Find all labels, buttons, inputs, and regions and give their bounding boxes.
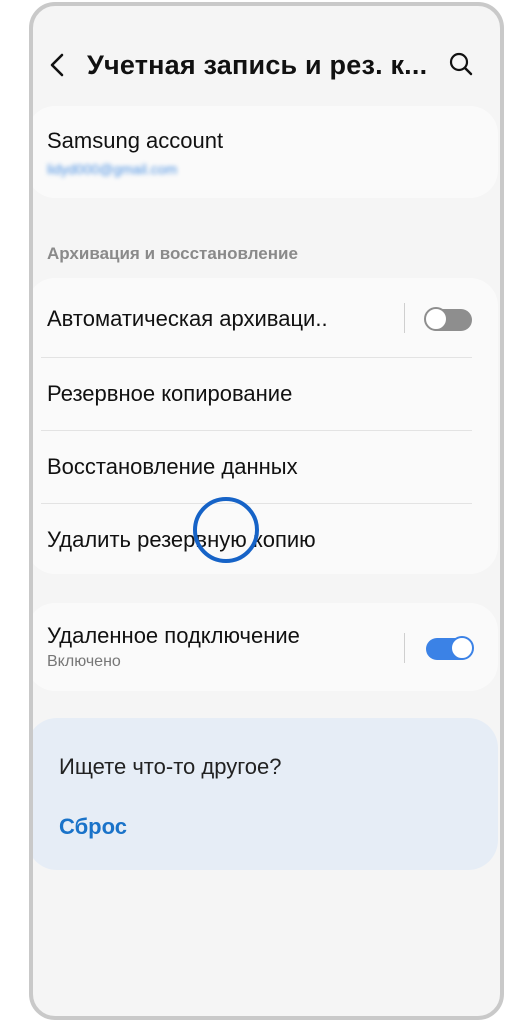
account-card[interactable]: Samsung account lidyd000@gmail.com xyxy=(33,106,498,198)
remote-connection-status: Включено xyxy=(47,653,121,670)
section-header-backup: Архивация и восстановление xyxy=(47,244,298,263)
remote-connection-toggle[interactable] xyxy=(426,636,474,660)
search-button[interactable] xyxy=(447,50,475,78)
back-button[interactable] xyxy=(41,48,75,82)
remote-connection-card[interactable]: Удаленное подключение Включено xyxy=(33,603,498,691)
settings-screen: Учетная запись и рез. к... Samsung accou… xyxy=(33,6,500,1016)
delete-backup-label: Удалить резервную копию xyxy=(47,527,316,552)
restore-data-label: Восстановление данных xyxy=(47,454,298,479)
reset-link[interactable]: Сброс xyxy=(59,814,127,840)
phone-frame: Учетная запись и рез. к... Samsung accou… xyxy=(29,2,504,1020)
search-icon xyxy=(449,52,473,76)
backup-data-row[interactable]: Резервное копирование xyxy=(47,357,472,430)
row-separator xyxy=(404,303,405,333)
suggestion-title: Ищете что-то другое? xyxy=(59,754,282,779)
toggle-knob xyxy=(424,307,448,331)
account-email: lidyd000@gmail.com xyxy=(47,161,178,177)
row-separator xyxy=(404,633,405,663)
auto-backup-row[interactable]: Автоматическая архиваци.. xyxy=(47,282,472,355)
backup-card: Автоматическая архиваци.. Резервное копи… xyxy=(33,278,498,576)
delete-backup-row[interactable]: Удалить резервную копию xyxy=(47,503,472,576)
page-title: Учетная запись и рез. к... xyxy=(87,50,428,80)
app-bar: Учетная запись и рез. к... xyxy=(33,36,500,96)
backup-data-label: Резервное копирование xyxy=(47,381,293,406)
chevron-left-icon xyxy=(50,53,64,77)
account-name: Samsung account xyxy=(47,128,224,153)
auto-backup-label: Автоматическая архиваци.. xyxy=(47,306,328,331)
restore-data-row[interactable]: Восстановление данных xyxy=(47,430,472,503)
suggestion-card: Ищете что-то другое? Сброс xyxy=(33,718,498,870)
auto-backup-toggle[interactable] xyxy=(424,307,472,331)
toggle-knob xyxy=(450,636,474,660)
remote-connection-label: Удаленное подключение xyxy=(47,623,300,648)
